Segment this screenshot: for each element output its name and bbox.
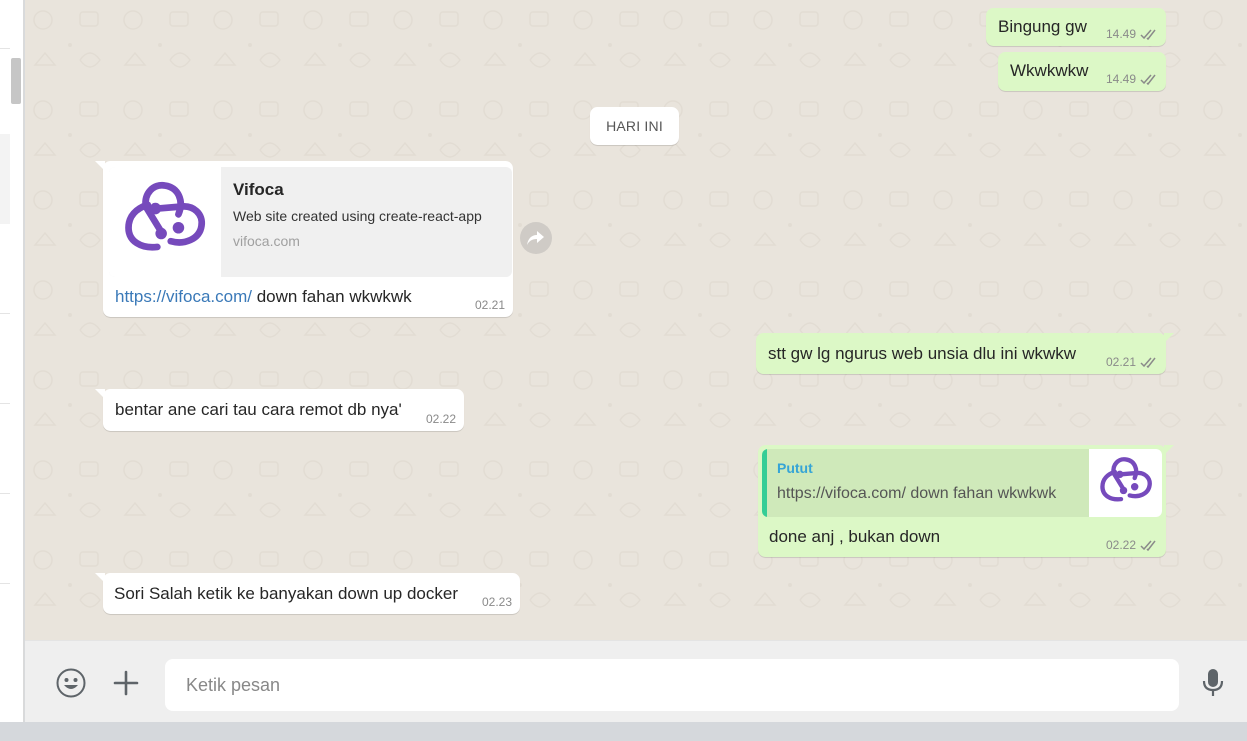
message-time: 02.23: [481, 595, 512, 609]
message-outgoing[interactable]: stt gw lg ngurus web unsia dlu ini wkwkw…: [756, 333, 1174, 374]
read-ticks-icon: [1140, 74, 1158, 85]
message-text: Wkwkwkw: [1010, 61, 1089, 80]
divider: [0, 313, 10, 314]
attach-button[interactable]: [108, 665, 144, 701]
divider: [0, 583, 10, 584]
message-outgoing-reply[interactable]: Putut https://vifoca.com/ down fahan wkw…: [758, 445, 1174, 557]
quote-author: Putut: [777, 460, 813, 476]
message-time: 02.22: [1105, 538, 1136, 552]
message-text: bentar ane cari tau cara remot db nya': [115, 400, 402, 419]
conversation-panel: Bingung gw 14.49 Wkwkwkw 14.49 HARI INI: [25, 0, 1247, 640]
message-text: Bingung gw: [998, 17, 1087, 36]
read-ticks-icon: [1140, 357, 1158, 368]
link-preview[interactable]: Vifoca Web site created using create-rea…: [109, 167, 512, 277]
voice-message-button[interactable]: [1195, 665, 1231, 701]
link-preview-domain: vifoca.com: [233, 233, 300, 249]
message-input-placeholder: Ketik pesan: [186, 674, 281, 695]
message-meta: 14.49: [1106, 72, 1158, 86]
chat-list-edge: [0, 0, 24, 722]
forward-button[interactable]: [520, 222, 552, 254]
redux-logo-icon: [125, 181, 206, 251]
message-meta: 02.21: [475, 298, 505, 312]
link-preview-title: Vifoca: [233, 180, 284, 199]
link-preview-thumbnail: [109, 167, 221, 277]
divider: [0, 403, 10, 404]
redux-logo-icon: [1099, 457, 1152, 502]
message-composer: Ketik pesan: [25, 640, 1247, 722]
divider: [0, 48, 10, 49]
message-meta: 02.23: [482, 595, 512, 609]
message-text: Sori Salah ketik ke banyakan down up doc…: [114, 584, 458, 603]
read-ticks-icon: [1140, 540, 1158, 551]
bubble-tail: [1164, 333, 1174, 343]
message-text: done anj , bukan down: [769, 527, 941, 546]
message-meta: 02.22: [426, 412, 456, 426]
chat-list-selected-row[interactable]: [0, 134, 10, 224]
plus-icon: [113, 670, 139, 696]
window-bottom-edge: [0, 722, 1247, 741]
chat-list-scrollbar[interactable]: [11, 58, 21, 104]
message-body: https://vifoca.com/ down fahan wkwkwk: [115, 287, 412, 307]
bubble-tail: [95, 161, 105, 171]
message-outgoing[interactable]: Bingung gw 14.49: [986, 8, 1166, 46]
forward-icon: [527, 231, 544, 245]
emoji-button[interactable]: [53, 665, 89, 701]
message-time: 02.21: [474, 298, 505, 312]
message-meta: 02.22: [1106, 538, 1158, 552]
bubble-tail: [95, 389, 105, 399]
message-meta: 14.49: [1106, 27, 1158, 41]
message-incoming[interactable]: Sori Salah ketik ke banyakan down up doc…: [95, 573, 520, 614]
message-text: stt gw lg ngurus web unsia dlu ini wkwkw: [768, 344, 1077, 363]
message-link[interactable]: https://vifoca.com/: [115, 287, 252, 306]
message-incoming-link[interactable]: Vifoca Web site created using create-rea…: [95, 161, 513, 317]
message-incoming[interactable]: bentar ane cari tau cara remot db nya' 0…: [95, 389, 464, 431]
message-input[interactable]: Ketik pesan: [165, 659, 1179, 711]
quoted-message[interactable]: Putut https://vifoca.com/ down fahan wkw…: [762, 449, 1162, 517]
quote-text: https://vifoca.com/ down fahan wkwkwk: [777, 485, 1057, 502]
microphone-icon: [1202, 669, 1224, 696]
message-meta: 02.21: [1106, 355, 1158, 369]
message-text: down fahan wkwkwk: [252, 287, 412, 306]
divider: [0, 493, 10, 494]
message-time: 14.49: [1105, 27, 1136, 41]
link-preview-description: Web site created using create-react-app: [233, 208, 482, 224]
message-time: 14.49: [1105, 72, 1136, 86]
date-divider: HARI INI: [590, 107, 679, 145]
emoji-icon: [56, 668, 86, 698]
message-outgoing[interactable]: Wkwkwkw 14.49: [998, 52, 1166, 91]
message-time: 02.21: [1105, 355, 1136, 369]
read-ticks-icon: [1140, 29, 1158, 40]
bubble-tail: [1164, 445, 1174, 455]
message-time: 02.22: [425, 412, 456, 426]
bubble-tail: [95, 573, 105, 583]
quote-bar: [762, 449, 767, 517]
quote-thumbnail: [1089, 449, 1162, 517]
